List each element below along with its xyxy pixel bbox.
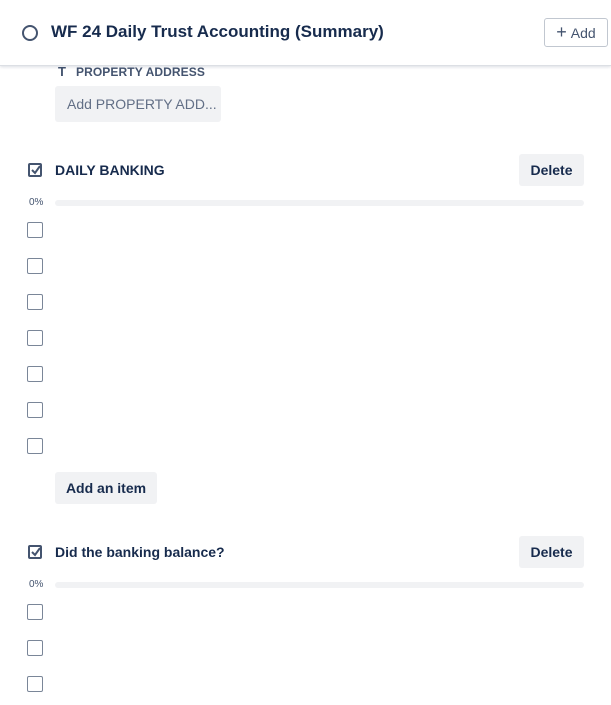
card-title[interactable]: WF 24 Daily Trust Accounting (Summary): [51, 22, 384, 42]
text-field-icon: T: [57, 64, 67, 79]
checklist-item-checkbox[interactable]: [27, 258, 43, 274]
checklist-item-checkbox[interactable]: [27, 366, 43, 382]
checklist-item-checkbox[interactable]: [27, 604, 43, 620]
delete-checklist-button[interactable]: Delete: [519, 536, 584, 568]
checklist-item-checkbox[interactable]: [27, 330, 43, 346]
checklist-title[interactable]: DAILY BANKING: [55, 162, 165, 178]
add-button[interactable]: + Add: [544, 18, 608, 47]
checklist-title[interactable]: Did the banking balance?: [55, 544, 225, 560]
checklist-item-checkbox[interactable]: [27, 222, 43, 238]
checklist-item-checkbox[interactable]: [27, 676, 43, 692]
checklist-item-checkbox[interactable]: [27, 294, 43, 310]
progress-bar: [55, 200, 584, 206]
progress-percent: 0%: [29, 197, 44, 208]
property-address-label: T PROPERTY ADDRESS: [56, 64, 205, 79]
checklist-icon: [28, 163, 42, 177]
complete-circle-icon[interactable]: [22, 25, 38, 41]
delete-checklist-button[interactable]: Delete: [519, 154, 584, 186]
add-item-button[interactable]: Add an item: [55, 472, 157, 504]
property-address-input[interactable]: Add PROPERTY ADD...: [55, 86, 221, 122]
property-address-label-text: PROPERTY ADDRESS: [76, 64, 205, 79]
add-button-label: Add: [570, 24, 596, 41]
checklist-item-checkbox[interactable]: [27, 438, 43, 454]
checklist-item-checkbox[interactable]: [27, 640, 43, 656]
checklist-icon: [28, 545, 42, 559]
checklist-item-checkbox[interactable]: [27, 402, 43, 418]
progress-percent: 0%: [29, 579, 44, 590]
progress-bar: [55, 582, 584, 588]
card-header: WF 24 Daily Trust Accounting (Summary) +…: [0, 0, 611, 66]
plus-icon: +: [556, 21, 567, 42]
